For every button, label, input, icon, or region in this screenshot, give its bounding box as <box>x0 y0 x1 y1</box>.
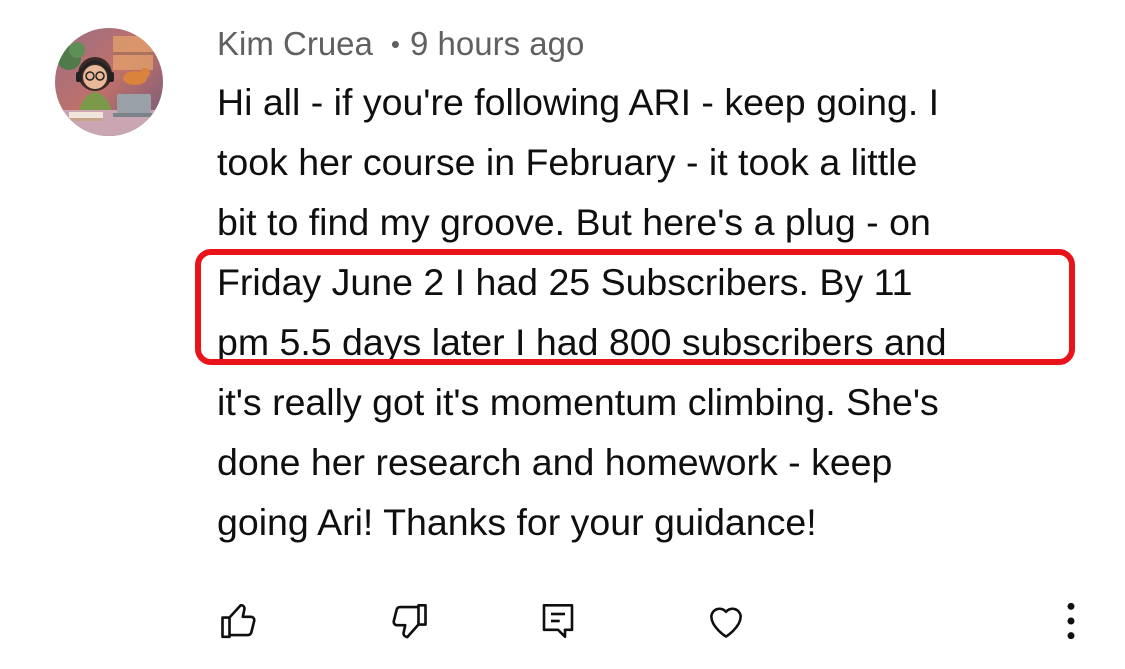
reply-button[interactable] <box>535 598 581 644</box>
heart-button[interactable] <box>703 598 749 644</box>
comment-line: done her research and homework - keep <box>217 441 893 483</box>
reply-icon <box>542 603 574 639</box>
dislike-button[interactable] <box>385 598 431 644</box>
thumbs-down-icon <box>392 603 427 639</box>
comment-meta: Kim Cruea • 9 hours ago <box>217 22 584 66</box>
like-button[interactable] <box>217 598 263 644</box>
more-options-button[interactable] <box>1048 598 1094 644</box>
thumbs-up-icon <box>221 603 256 639</box>
avatar[interactable] <box>55 28 163 136</box>
comment-line: bit to find my groove. But here's a plug… <box>217 201 931 243</box>
comment-line: Hi all - if you're following ARI - keep … <box>217 81 940 123</box>
highlight-annotation <box>195 249 1075 365</box>
comment-line: going Ari! Thanks for your guidance! <box>217 501 817 543</box>
avatar-image <box>55 28 163 136</box>
author-name[interactable]: Kim Cruea <box>217 25 373 62</box>
comment-line: took her course in February - it took a … <box>217 141 918 183</box>
comment-timestamp[interactable]: 9 hours ago <box>410 25 584 62</box>
heart-icon <box>710 607 742 638</box>
more-vertical-icon <box>1067 602 1075 640</box>
comment-line: it's really got it's momentum climbing. … <box>217 381 939 423</box>
meta-separator: • <box>390 29 400 59</box>
